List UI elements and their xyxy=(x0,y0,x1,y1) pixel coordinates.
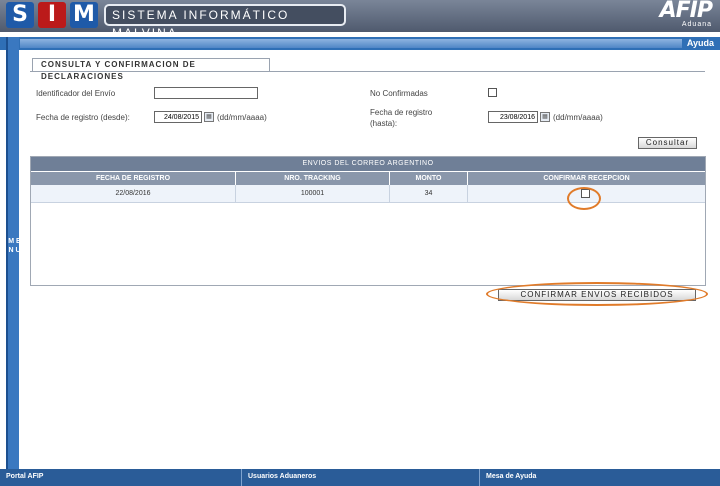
date-from-label: Fecha de registro (desde): xyxy=(36,113,130,122)
afip-logo: AFIP Aduana xyxy=(616,0,713,29)
afip-logo-mark: AFIP xyxy=(659,0,713,23)
date-to-label-line2: (hasta): xyxy=(370,119,398,128)
no-confirmadas-checkbox[interactable] xyxy=(488,88,497,97)
cell-tracking: 100001 xyxy=(236,185,390,202)
footer-link-usuarios[interactable]: Usuarios Aduaneros xyxy=(242,469,480,486)
envio-id-label: Identificador del Envío xyxy=(36,89,116,98)
button-highlight-oval xyxy=(486,282,708,306)
date-to-label-line1: Fecha de registro xyxy=(370,108,433,117)
date-to-hint: (dd/mm/aaaa) xyxy=(553,113,603,122)
calendar-icon[interactable]: ▦ xyxy=(204,112,214,122)
column-header: NRO. TRACKING xyxy=(236,172,390,185)
column-header: MONTO xyxy=(390,172,468,185)
help-link[interactable]: Ayuda xyxy=(687,37,714,50)
checkbox-highlight-oval xyxy=(567,187,601,210)
footer-bar: Portal AFIP Usuarios Aduaneros Mesa de A… xyxy=(0,469,720,486)
side-menu-toggle[interactable]: M E N U xyxy=(6,37,21,469)
date-to-input[interactable] xyxy=(488,111,538,123)
top-nav-bar-fill xyxy=(20,39,682,48)
app-header: S I M SISTEMA INFORMÁTICO MALVINA AFIP A… xyxy=(0,0,720,40)
logo-letter-s: S xyxy=(6,2,34,28)
no-confirmadas-label: No Confirmadas xyxy=(370,89,428,98)
cell-fecha: 22/08/2016 xyxy=(31,185,236,202)
table-title: ENVIOS DEL CORREO ARGENTINO xyxy=(31,157,705,171)
top-nav-bar: Ayuda xyxy=(0,37,720,50)
date-from-hint: (dd/mm/aaaa) xyxy=(217,113,267,122)
date-from-input[interactable] xyxy=(154,111,202,123)
envios-table: ENVIOS DEL CORREO ARGENTINO FECHA DE REG… xyxy=(30,156,706,286)
calendar-icon[interactable]: ▦ xyxy=(540,112,550,122)
envio-id-input[interactable] xyxy=(154,87,258,99)
footer-link-mesa[interactable]: Mesa de Ayuda xyxy=(480,469,720,486)
section-divider xyxy=(30,71,705,72)
column-header: FECHA DE REGISTRO xyxy=(31,172,236,185)
consultar-button[interactable]: Consultar xyxy=(638,137,697,149)
system-title: SISTEMA INFORMÁTICO MALVINA xyxy=(104,4,346,40)
logo-letter-i: I xyxy=(38,2,66,28)
table-row: 22/08/2016 100001 34 xyxy=(31,185,705,203)
side-menu-label: M E N U xyxy=(8,238,21,254)
footer-link-portal[interactable]: Portal AFIP xyxy=(0,469,242,486)
section-title: CONSULTA Y CONFIRMACION DE DECLARACIONES xyxy=(32,58,270,81)
logo-letter-m: M xyxy=(70,2,98,28)
cell-monto: 34 xyxy=(390,185,468,202)
column-header: CONFIRMAR RECEPCION xyxy=(543,175,630,182)
table-header: FECHA DE REGISTRO NRO. TRACKING MONTO CO… xyxy=(31,171,705,185)
